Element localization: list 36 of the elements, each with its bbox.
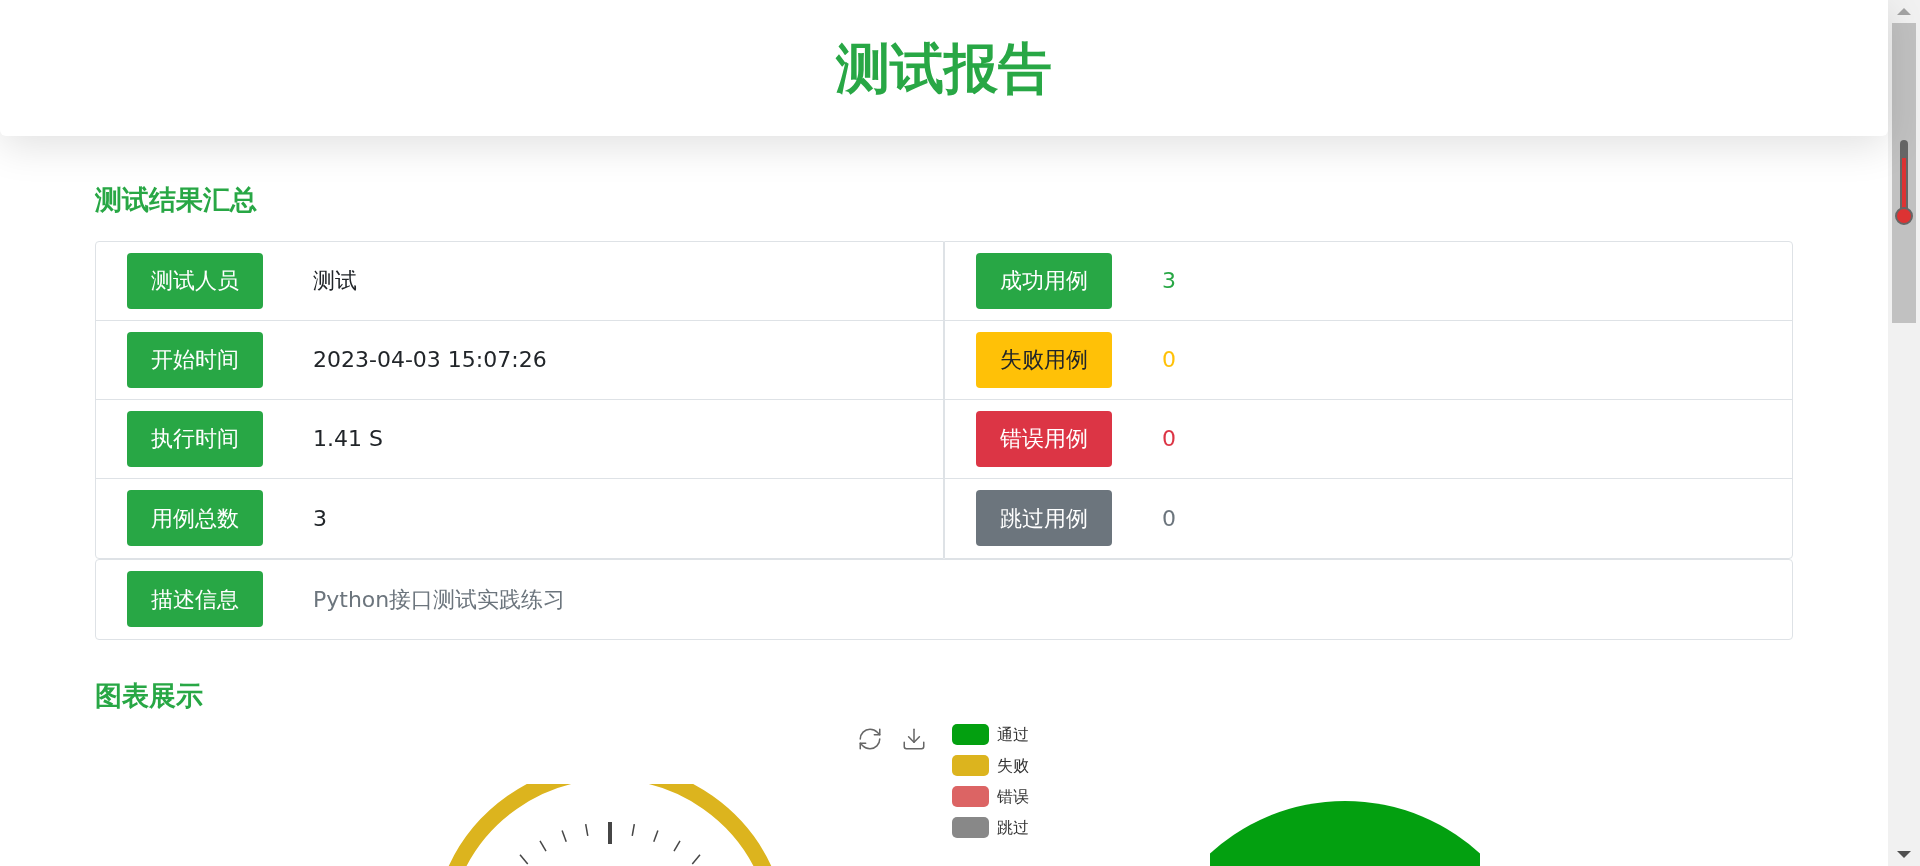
label-badge: 描述信息 [127,571,263,627]
page-title: 测试报告 [836,35,1052,102]
scroll-down-icon[interactable] [1897,851,1911,858]
section-heading: 测试结果汇总 [95,183,258,217]
legend-label[interactable]: 通过 [997,724,1029,745]
label-badge: 用例总数 [127,490,263,546]
label-badge: 错误用例 [976,410,1112,467]
field-value: 3 [1162,267,1176,295]
legend-label[interactable]: 跳过 [997,817,1029,838]
legend-swatch[interactable] [952,724,989,745]
legend-label[interactable]: 错误 [997,786,1029,807]
field-value: Python接口测试实践练习 [313,585,566,614]
label-badge: 成功用例 [976,252,1112,309]
field-value: 0 [1162,346,1176,374]
field-value: 2023-04-03 15:07:26 [313,346,547,374]
thermometer-icon [1895,138,1913,228]
refresh-icon[interactable] [857,726,883,752]
label-badge: 跳过用例 [976,490,1112,546]
scrollbar[interactable] [1888,0,1920,866]
download-icon[interactable] [901,726,927,752]
field-value: 1.41 S [313,425,383,453]
legend-swatch[interactable] [952,786,989,807]
scrollbar-thumb[interactable] [1892,23,1916,323]
legend-swatch[interactable] [952,817,989,838]
scroll-up-icon[interactable] [1897,8,1911,15]
field-value: 测试 [313,267,357,295]
label-badge: 失败用例 [976,331,1112,388]
section-heading: 图表展示 [95,678,204,713]
field-value: 3 [313,504,327,533]
label-badge: 开始时间 [127,331,263,388]
field-value: 0 [1162,425,1176,453]
field-value: 0 [1162,504,1176,533]
legend-label[interactable]: 失败 [997,755,1029,776]
legend-swatch[interactable] [952,755,989,776]
label-badge: 测试人员 [127,252,263,309]
label-badge: 执行时间 [127,410,263,467]
